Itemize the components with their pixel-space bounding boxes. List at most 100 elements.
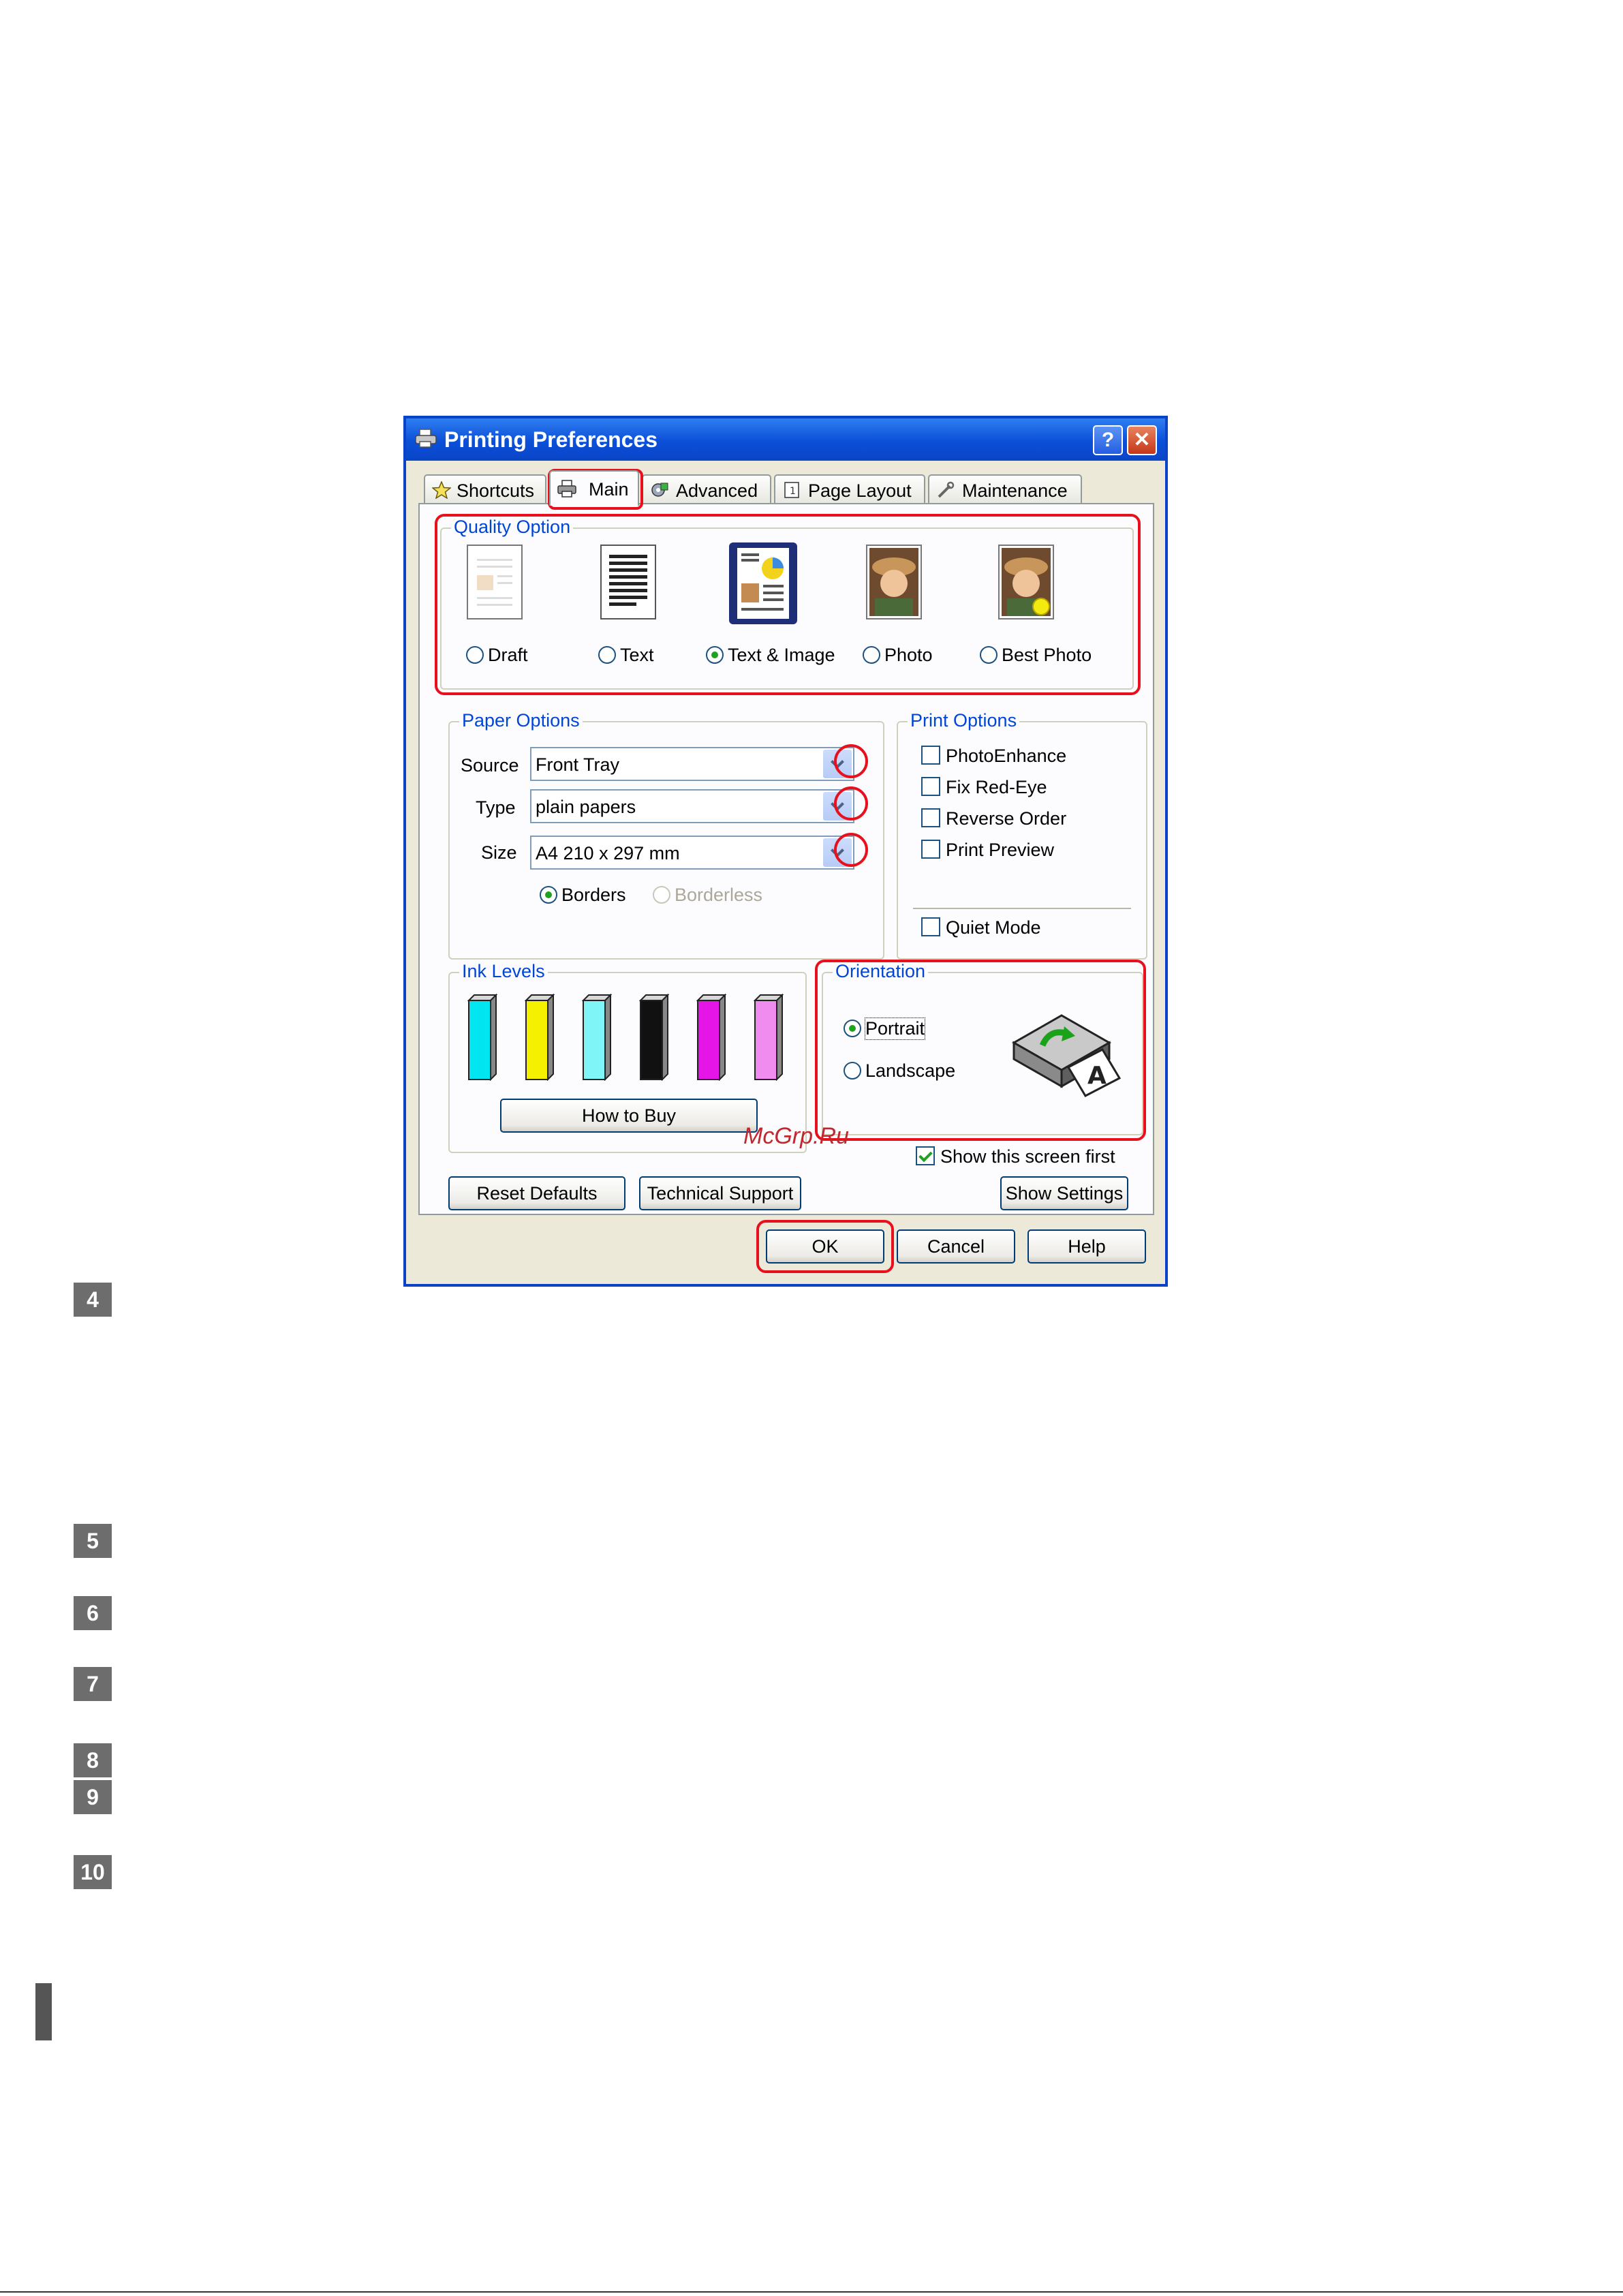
step-number: 9 <box>74 1780 112 1814</box>
title-bar[interactable]: Printing Preferences ? ✕ <box>406 418 1165 461</box>
svg-text:A: A <box>1087 1062 1107 1090</box>
tab-main[interactable]: Main <box>549 470 639 506</box>
printer-icon <box>557 480 576 498</box>
source-dropdown-highlight <box>834 744 868 778</box>
reverse-order-checkbox[interactable] <box>921 808 940 827</box>
photo-label: Photo <box>884 645 933 665</box>
step-number: 10 <box>74 1855 112 1889</box>
step-number: 6 <box>74 1596 112 1630</box>
source-label: Source <box>461 755 519 776</box>
draft-page-icon <box>467 545 523 619</box>
photoenhance-label: PhotoEnhance <box>946 746 1067 766</box>
footer-rule <box>0 2291 1623 2293</box>
tab-advanced[interactable]: Advanced <box>642 474 771 503</box>
quality-option-label: Quality Option <box>451 517 574 538</box>
print-preview-checkbox[interactable] <box>921 840 940 859</box>
quality-option-group: Quality Option Draft Text Text & Image P… <box>440 517 1134 690</box>
best-photo-label: Best Photo <box>1002 645 1092 665</box>
orientation-label: Orientation <box>833 961 929 982</box>
reverse-order-label: Reverse Order <box>946 808 1067 829</box>
section-marker <box>35 1983 52 2040</box>
step-number: 5 <box>74 1524 112 1558</box>
show-screen-first-label: Show this screen first <box>940 1146 1115 1167</box>
magenta-ink-icon <box>696 994 726 1081</box>
best-photo-radio[interactable] <box>980 646 998 664</box>
type-dropdown-highlight <box>834 786 868 821</box>
printer-icon <box>415 429 437 448</box>
fix-red-eye-checkbox[interactable] <box>921 777 940 796</box>
show-screen-first-checkbox[interactable] <box>916 1146 935 1165</box>
quiet-mode-label: Quiet Mode <box>946 917 1041 938</box>
type-select[interactable]: plain papers <box>530 789 854 823</box>
reset-defaults-button[interactable]: Reset Defaults <box>448 1176 625 1210</box>
size-label: Size <box>481 842 517 863</box>
type-label: Type <box>476 797 516 818</box>
draft-label: Draft <box>488 645 528 665</box>
settings-icon <box>651 483 668 497</box>
ink-levels-label: Ink Levels <box>459 961 548 982</box>
printing-preferences-dialog: Printing Preferences ? ✕ Shortcuts Main … <box>403 416 1168 1287</box>
close-button[interactable]: ✕ <box>1127 425 1157 455</box>
step-number: 4 <box>74 1283 112 1317</box>
yellow-ink-icon <box>525 994 555 1081</box>
step-number: 8 <box>74 1743 112 1777</box>
landscape-label: Landscape <box>865 1060 956 1081</box>
portrait-label: Portrait <box>864 1017 926 1040</box>
dialog-title: Printing Preferences <box>444 427 658 452</box>
tab-page-layout[interactable]: 1 Page Layout <box>774 474 925 503</box>
tab-maintenance[interactable]: Maintenance <box>928 474 1082 503</box>
tab-label: Maintenance <box>962 480 1068 501</box>
print-options-label: Print Options <box>908 710 1020 731</box>
tab-label: Main <box>589 479 629 500</box>
print-preview-label: Print Preview <box>946 840 1055 860</box>
star-icon <box>432 481 451 499</box>
light-magenta-ink-icon <box>754 994 784 1081</box>
how-to-buy-button[interactable]: How to Buy <box>500 1099 758 1133</box>
light-cyan-ink-icon <box>582 994 612 1081</box>
orientation-group: Orientation Portrait Landscape A <box>822 961 1143 1135</box>
main-tab-panel: Quality Option Draft Text Text & Image P… <box>418 503 1154 1215</box>
cancel-button[interactable]: Cancel <box>897 1229 1015 1264</box>
size-value: A4 210 x 297 mm <box>536 843 680 863</box>
photo-page-icon <box>866 545 922 619</box>
type-value: plain papers <box>536 797 636 817</box>
landscape-radio[interactable] <box>844 1062 861 1080</box>
source-select[interactable]: Front Tray <box>530 747 854 781</box>
watermark: McGrp.Ru <box>743 1123 849 1149</box>
photo-radio[interactable] <box>863 646 880 664</box>
photoenhance-checkbox[interactable] <box>921 746 940 765</box>
size-select[interactable]: A4 210 x 297 mm <box>530 836 854 870</box>
step-number: 7 <box>74 1667 112 1701</box>
page-icon: 1 <box>784 482 799 498</box>
size-dropdown-highlight <box>834 833 868 867</box>
quiet-mode-checkbox[interactable] <box>921 917 940 936</box>
wrench-icon <box>938 481 955 498</box>
text-label: Text <box>620 645 654 665</box>
ok-button[interactable]: OK <box>766 1229 884 1264</box>
help-button[interactable]: Help <box>1027 1229 1146 1264</box>
cyan-ink-icon <box>467 994 497 1081</box>
black-ink-icon <box>639 994 669 1081</box>
show-settings-button[interactable]: Show Settings <box>1000 1176 1128 1210</box>
divider <box>913 908 1131 909</box>
print-options-group: Print Options PhotoEnhance Fix Red-Eye R… <box>897 710 1147 960</box>
borders-radio[interactable] <box>540 886 557 904</box>
text-and-image-page-icon <box>729 542 797 624</box>
tab-label: Page Layout <box>808 480 912 501</box>
best-photo-page-icon <box>998 545 1054 619</box>
borders-label: Borders <box>561 885 626 905</box>
fix-red-eye-label: Fix Red-Eye <box>946 777 1047 797</box>
orientation-printer-icon: A <box>1011 1014 1122 1097</box>
svg-text:1: 1 <box>790 486 796 497</box>
paper-options-label: Paper Options <box>459 710 583 731</box>
tab-shortcuts[interactable]: Shortcuts <box>424 474 546 503</box>
text-radio[interactable] <box>598 646 616 664</box>
technical-support-button[interactable]: Technical Support <box>639 1176 801 1210</box>
draft-radio[interactable] <box>466 646 484 664</box>
tab-label: Shortcuts <box>457 480 535 501</box>
borderless-radio <box>653 886 670 904</box>
portrait-radio[interactable] <box>844 1020 861 1037</box>
source-value: Front Tray <box>536 754 620 775</box>
text-and-image-radio[interactable] <box>706 646 724 664</box>
help-title-button[interactable]: ? <box>1093 425 1123 455</box>
